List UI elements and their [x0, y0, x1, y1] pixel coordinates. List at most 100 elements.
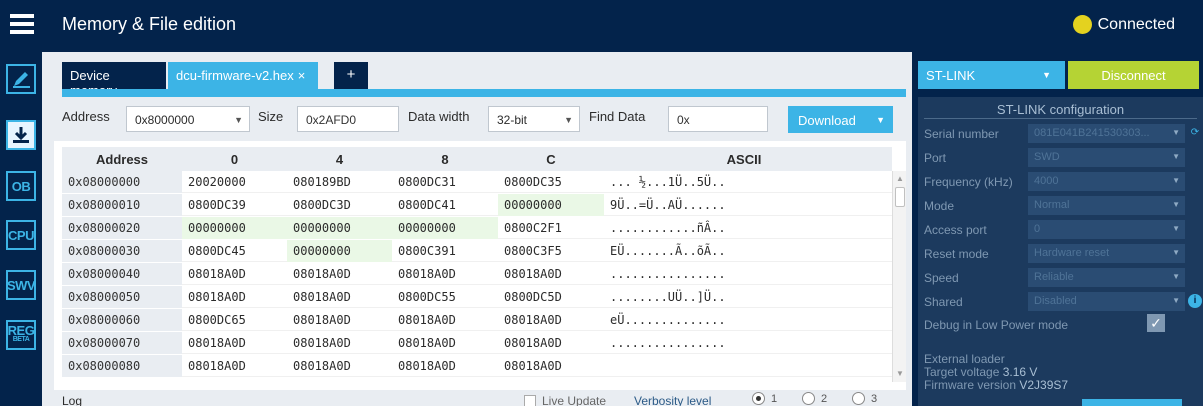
data-cell[interactable]: 20020000 [182, 171, 287, 193]
data-cell[interactable]: 08018A0D [182, 332, 287, 354]
data-cell[interactable]: 0800DC39 [182, 194, 287, 216]
data-cell[interactable]: 08018A0D [498, 263, 604, 285]
data-width-select[interactable]: 32-bit ▼ [488, 106, 580, 132]
refresh-icon[interactable]: ⟳ [1188, 126, 1202, 140]
data-cell[interactable]: 0800C391 [392, 240, 498, 262]
connection-status: Connected [1072, 15, 1175, 34]
scroll-down-icon[interactable]: ▼ [896, 369, 904, 378]
config-select[interactable]: Reliable ▼ [1028, 268, 1185, 287]
table-row[interactable]: 0x08000000 20020000 080189BD 0800DC31 0800DC… [62, 171, 892, 193]
ascii-cell[interactable] [604, 355, 892, 377]
data-cell[interactable]: 00000000 [392, 217, 498, 239]
config-select[interactable]: 4000 ▼ [1028, 172, 1185, 191]
data-cell[interactable]: 0800C2F1 [498, 217, 604, 239]
config-value: Disabled [1034, 295, 1077, 307]
scroll-up-icon[interactable]: ▲ [896, 174, 904, 183]
info-icon[interactable]: i [1188, 294, 1202, 308]
page-title: Memory & File edition [62, 14, 237, 34]
table-row[interactable]: 0x08000080 08018A0D 08018A0D 08018A0D 08018A… [62, 355, 892, 377]
ascii-cell[interactable]: ............ñÂ.. [604, 217, 892, 239]
data-cell[interactable]: 0800DC5D [498, 286, 604, 308]
data-cell[interactable]: 08018A0D [498, 332, 604, 354]
data-cell[interactable]: 08018A0D [182, 355, 287, 377]
data-cell[interactable]: 0800DC35 [498, 171, 604, 193]
ascii-cell[interactable]: EÜ.......Ã..õÃ.. [604, 240, 892, 262]
config-select[interactable]: Hardware reset ▼ [1028, 244, 1185, 263]
rail-ob-button[interactable]: OB [6, 171, 36, 201]
chevron-down-icon: ▼ [1172, 152, 1180, 161]
table-row[interactable]: 0x08000030 0800DC45 00000000 0800C391 0800C3… [62, 240, 892, 262]
table-row[interactable]: 0x08000050 08018A0D 08018A0D 0800DC55 0800DC… [62, 286, 892, 308]
tab-strip: Device memory dcu-firmware-v2.hex × + [54, 52, 906, 98]
data-cell[interactable]: 0800DC3D [287, 194, 392, 216]
debug-low-power-checkbox[interactable]: ✓ [1147, 314, 1165, 332]
add-tab-button[interactable]: + [334, 62, 368, 89]
table-row[interactable]: 0x08000060 0800DC65 08018A0D 08018A0D 08018A… [62, 309, 892, 331]
data-cell[interactable]: 08018A0D [392, 263, 498, 285]
verbosity-radio-3[interactable]: 3 [852, 392, 877, 405]
data-cell[interactable]: 08018A0D [287, 332, 392, 354]
data-cell[interactable]: 08018A0D [392, 355, 498, 377]
data-cell[interactable]: 0800DC45 [182, 240, 287, 262]
close-icon[interactable]: × [298, 68, 306, 83]
rail-swv-button[interactable]: SWV [6, 270, 36, 300]
rail-reg-button[interactable]: REG BETA [6, 320, 36, 350]
data-cell[interactable]: 00000000 [287, 240, 392, 262]
config-label: Port [924, 151, 947, 165]
ascii-cell[interactable]: eÜ.............. [604, 309, 892, 331]
table-scrollbar[interactable]: ▲ ▼ [892, 171, 906, 382]
data-cell[interactable]: 08018A0D [287, 286, 392, 308]
data-cell[interactable]: 0800C3F5 [498, 240, 604, 262]
tab-file[interactable]: dcu-firmware-v2.hex × [168, 62, 318, 89]
download-icon [13, 127, 29, 143]
data-cell[interactable]: 0800DC41 [392, 194, 498, 216]
menu-icon[interactable] [10, 14, 34, 34]
data-cell[interactable]: 08018A0D [287, 263, 392, 285]
data-cell[interactable]: 00000000 [182, 217, 287, 239]
config-select[interactable]: 081E041B241530303... ▼ [1028, 124, 1185, 143]
ascii-cell[interactable]: ........UÜ..]Ü.. [604, 286, 892, 308]
probe-select[interactable]: ST-LINK ▼ [918, 61, 1065, 89]
data-cell[interactable]: 0800DC31 [392, 171, 498, 193]
data-cell[interactable]: 08018A0D [182, 263, 287, 285]
config-select[interactable]: SWD ▼ [1028, 148, 1185, 167]
data-cell[interactable]: 08018A0D [392, 332, 498, 354]
config-select[interactable]: Disabled ▼ [1028, 292, 1185, 311]
table-row[interactable]: 0x08000040 08018A0D 08018A0D 08018A0D 08018A… [62, 263, 892, 285]
ascii-cell[interactable]: ................ [604, 332, 892, 354]
verbosity-radio-1[interactable]: 1 [752, 392, 777, 405]
panel-action-button[interactable] [1082, 399, 1182, 406]
address-select[interactable]: 0x8000000 ▼ [126, 106, 250, 132]
data-cell[interactable]: 0800DC55 [392, 286, 498, 308]
ascii-cell[interactable]: ... ½...1Ü..5Ü.. [604, 171, 892, 193]
data-cell[interactable]: 08018A0D [287, 309, 392, 331]
data-cell[interactable]: 08018A0D [498, 309, 604, 331]
data-cell[interactable]: 08018A0D [392, 309, 498, 331]
rail-erase-program-button[interactable] [6, 64, 36, 94]
live-update-checkbox[interactable]: Live Update [524, 394, 606, 406]
rail-cpu-button[interactable]: CPU [6, 220, 36, 250]
data-cell[interactable]: 080189BD [287, 171, 392, 193]
scroll-thumb[interactable] [895, 187, 905, 207]
tab-device-memory[interactable]: Device memory [62, 62, 166, 98]
disconnect-button[interactable]: Disconnect [1068, 61, 1199, 89]
size-input[interactable]: 0x2AFD0 [297, 106, 399, 132]
data-cell[interactable]: 00000000 [498, 194, 604, 216]
data-cell[interactable]: 08018A0D [182, 286, 287, 308]
verbosity-radio-2[interactable]: 2 [802, 392, 827, 405]
data-cell[interactable]: 08018A0D [287, 355, 392, 377]
rail-download-button[interactable] [6, 120, 36, 150]
table-row[interactable]: 0x08000010 0800DC39 0800DC3D 0800DC41 000000… [62, 194, 892, 216]
ascii-cell[interactable]: ................ [604, 263, 892, 285]
data-cell[interactable]: 08018A0D [498, 355, 604, 377]
table-row[interactable]: 0x08000020 00000000 00000000 00000000 0800C2… [62, 217, 892, 239]
find-data-input[interactable]: 0x [668, 106, 768, 132]
table-row[interactable]: 0x08000070 08018A0D 08018A0D 08018A0D 08018A… [62, 332, 892, 354]
ascii-cell[interactable]: 9Ü..=Ü..AÜ...... [604, 194, 892, 216]
config-select[interactable]: 0 ▼ [1028, 220, 1185, 239]
download-button[interactable]: Download ▼ [788, 106, 893, 133]
data-cell[interactable]: 00000000 [287, 217, 392, 239]
config-select[interactable]: Normal ▼ [1028, 196, 1185, 215]
title-bar: Memory & File edition Connected [0, 0, 1203, 52]
data-cell[interactable]: 0800DC65 [182, 309, 287, 331]
